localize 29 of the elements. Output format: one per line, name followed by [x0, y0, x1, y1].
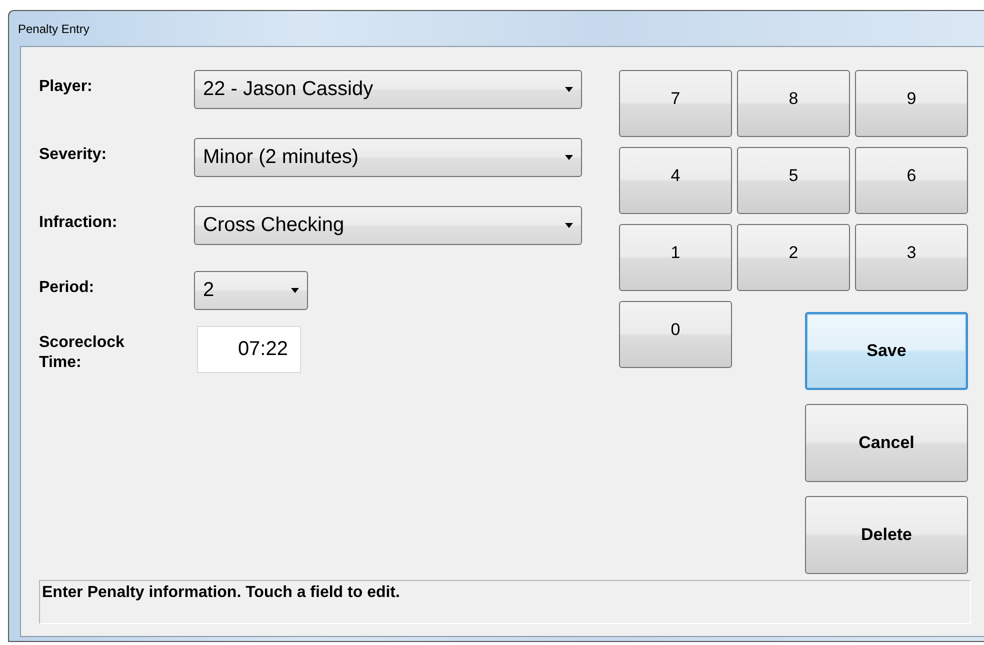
digit-key[interactable]: 6 — [855, 147, 968, 214]
action-button[interactable]: Delete — [805, 496, 968, 574]
digit-key[interactable]: 7 — [619, 70, 732, 137]
field-label: Infraction: — [39, 213, 118, 233]
field-label: Scoreclock Time: — [39, 333, 126, 373]
field-label: Severity: — [39, 145, 108, 165]
caret-icon — [565, 87, 573, 92]
digit-key[interactable]: 0 — [619, 301, 732, 368]
digit-key[interactable]: 1 — [619, 224, 732, 291]
action-button[interactable]: Cancel — [805, 404, 968, 482]
digit-key[interactable]: 9 — [855, 70, 968, 137]
dropdown[interactable]: 22 - Jason Cassidy — [194, 70, 582, 109]
digit-key[interactable]: 5 — [737, 147, 850, 214]
field-label: Player: — [39, 77, 94, 97]
dropdown[interactable]: Cross Checking — [194, 206, 582, 245]
dropdown[interactable]: 2 — [194, 271, 308, 310]
digit-key[interactable]: 4 — [619, 147, 732, 214]
digit-key[interactable]: 8 — [737, 70, 850, 137]
field-label: Period: — [39, 278, 96, 298]
time-field[interactable]: 07:22 — [197, 326, 301, 373]
window-title: Penalty Entry — [18, 22, 90, 36]
digit-key[interactable]: 3 — [855, 224, 968, 291]
status-message: Enter Penalty information. Touch a field to edit. — [39, 580, 971, 624]
digit-key[interactable]: 2 — [737, 224, 850, 291]
action-button[interactable]: Save — [805, 312, 968, 390]
caret-icon — [565, 155, 573, 160]
caret-icon — [565, 223, 573, 228]
dropdown[interactable]: Minor (2 minutes) — [194, 138, 582, 177]
caret-icon — [291, 288, 299, 293]
